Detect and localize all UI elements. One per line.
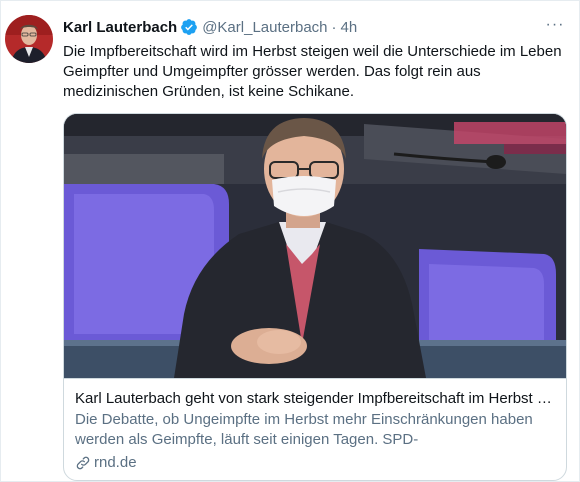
card-domain-text: rnd.de bbox=[94, 454, 137, 471]
card-body: Karl Lauterbach geht von stark steigende… bbox=[64, 378, 566, 473]
card-title[interactable]: Karl Lauterbach geht von stark steigende… bbox=[75, 389, 555, 409]
verified-badge-icon bbox=[180, 18, 198, 36]
link-card[interactable]: Karl Lauterbach geht von stark steigende… bbox=[63, 113, 567, 481]
card-image bbox=[64, 114, 566, 378]
card-description: Die Debatte, ob Ungeimpfte im Herbst meh… bbox=[75, 411, 533, 448]
tweet-timestamp[interactable]: 4h bbox=[341, 19, 358, 36]
tweet[interactable]: Karl Lauterbach @Karl_Lauterbach · 4h ··… bbox=[0, 0, 580, 482]
card-domain[interactable]: rnd.de bbox=[75, 453, 555, 473]
header-separator: · bbox=[331, 18, 337, 36]
user-handle[interactable]: @Karl_Lauterbach bbox=[202, 19, 327, 36]
display-name[interactable]: Karl Lauterbach bbox=[63, 19, 177, 36]
avatar[interactable] bbox=[5, 15, 53, 63]
more-options-icon[interactable]: ··· bbox=[543, 15, 567, 35]
link-icon bbox=[75, 455, 91, 471]
tweet-text: Die Impfbereitschaft wird im Herbst stei… bbox=[63, 43, 562, 100]
tweet-header: Karl Lauterbach @Karl_Lauterbach · 4h bbox=[63, 17, 357, 37]
